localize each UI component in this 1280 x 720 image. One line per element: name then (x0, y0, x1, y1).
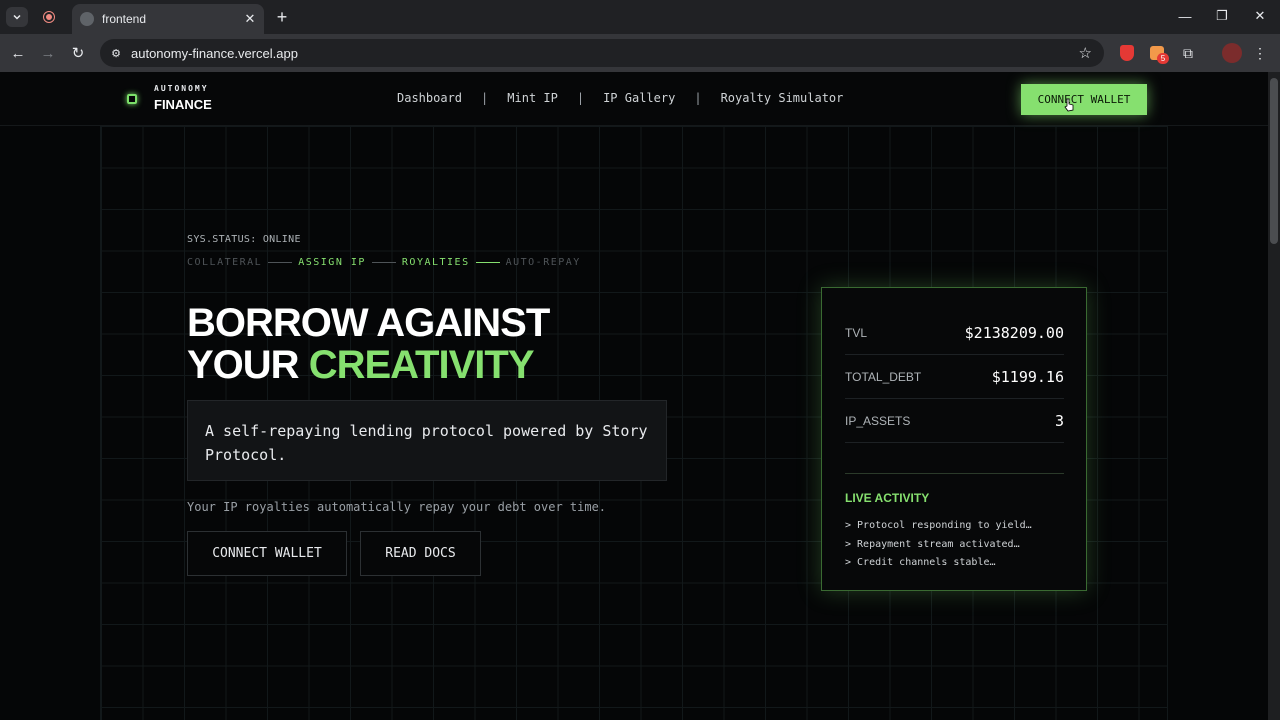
step-assign-ip: ASSIGN IP (298, 257, 366, 268)
back-icon[interactable]: ← (7, 42, 29, 64)
new-tab-button[interactable]: + (272, 7, 292, 27)
restore-icon[interactable]: ❐ (1211, 6, 1233, 26)
stat-label: IP_ASSETS (845, 413, 911, 428)
reload-icon[interactable]: ↻ (67, 42, 89, 64)
stats-divider (845, 473, 1064, 474)
step-connector (475, 262, 500, 263)
stat-value: $1199.16 (991, 367, 1064, 386)
hero-subtext: Your IP royalties automatically repay yo… (187, 500, 607, 514)
profile-avatar[interactable] (1222, 43, 1242, 63)
nav-dashboard[interactable]: Dashboard (397, 91, 462, 105)
system-status: SYS.STATUS: ONLINE (187, 234, 301, 245)
hero-description: A self-repaying lending protocol powered… (187, 400, 667, 481)
headline-plain: YOUR (187, 343, 309, 387)
page-content: AUTONOMY FINANCE Dashboard | Mint IP | I… (0, 72, 1268, 720)
nav-ip-gallery[interactable]: IP Gallery (603, 91, 675, 105)
stat-total-debt: TOTAL_DEBT $1199.16 (845, 355, 1064, 399)
extensions-puzzle-icon[interactable]: ⧉ (1178, 43, 1198, 63)
headline-line-1: BORROW AGAINST (187, 301, 550, 345)
live-activity-list: > Protocol responding to yield… > Repaym… (845, 517, 1032, 573)
connect-wallet-header-button[interactable]: CONNECT WALLET (1021, 84, 1147, 115)
extension-badge: 5 (1157, 53, 1169, 64)
step-royalties: ROYALTIES (401, 257, 470, 268)
scrollbar-thumb[interactable] (1270, 78, 1278, 244)
extension-fox-icon[interactable]: 5 (1147, 43, 1169, 64)
live-activity-title: LIVE ACTIVITY (845, 491, 930, 505)
tab-search-button[interactable] (6, 7, 28, 27)
stat-ip-assets: IP_ASSETS 3 (845, 399, 1064, 443)
hand-cursor-icon (1064, 98, 1074, 112)
site-info-icon[interactable]: ⚙ (108, 45, 124, 61)
minimize-icon[interactable]: — (1174, 6, 1196, 26)
step-connector (371, 262, 396, 263)
step-collateral: COLLATERAL (187, 257, 263, 268)
stat-tvl: TVL $2138209.00 (845, 311, 1064, 355)
nav-separator: | (481, 91, 489, 105)
nav-mint-ip[interactable]: Mint IP (507, 91, 558, 105)
nav-royalty-simulator[interactable]: Royalty Simulator (721, 91, 844, 105)
tab-title: frontend (102, 12, 147, 26)
logo-square-icon (127, 94, 137, 104)
url-text[interactable]: autonomy-finance.vercel.app (131, 46, 1079, 61)
hero-headline: BORROW AGAINST YOUR CREATIVITY (187, 301, 550, 386)
headline-line-2: YOUR CREATIVITY (187, 344, 549, 386)
logo-top-text: AUTONOMY (154, 84, 209, 93)
stats-panel: TVL $2138209.00 TOTAL_DEBT $1199.16 IP_A… (821, 287, 1087, 591)
stat-label: TOTAL_DEBT (845, 369, 922, 384)
close-icon[interactable]: ✕ (242, 11, 258, 27)
logo-bottom-text[interactable]: FINANCE (154, 97, 212, 112)
read-docs-button[interactable]: READ DOCS (360, 531, 481, 576)
forward-icon[interactable]: → (37, 42, 59, 64)
stat-value: 3 (1054, 411, 1064, 430)
bookmark-star-icon[interactable]: ☆ (1079, 44, 1092, 62)
nav-separator: | (694, 91, 702, 105)
headline-accent: CREATIVITY (308, 343, 535, 387)
browser-tab-bar: frontend ✕ + — ❐ ✕ (0, 0, 1280, 34)
process-steps: COLLATERAL ASSIGN IP ROYALTIES AUTO-REPA… (187, 257, 581, 268)
stat-label: TVL (845, 325, 868, 340)
browser-toolbar: ← → ↻ ⚙ autonomy-finance.vercel.app ☆ 5 … (0, 34, 1280, 72)
nav-separator: | (576, 91, 585, 105)
chevron-down-icon (13, 14, 21, 20)
site-header: AUTONOMY FINANCE Dashboard | Mint IP | I… (0, 72, 1268, 126)
step-auto-repay: AUTO-REPAY (505, 257, 581, 268)
connect-wallet-button[interactable]: CONNECT WALLET (187, 531, 347, 576)
browser-tab[interactable]: frontend ✕ (72, 4, 264, 34)
step-connector (268, 262, 293, 263)
list-item: > Repayment stream activated… (845, 538, 1020, 550)
list-item: > Credit channels stable… (845, 557, 996, 568)
globe-icon (80, 12, 94, 26)
window-close-icon[interactable]: ✕ (1249, 6, 1271, 26)
menu-icon[interactable]: ⋮ (1252, 43, 1268, 63)
recording-icon[interactable] (40, 8, 58, 26)
list-item: > Protocol responding to yield… (845, 520, 1032, 531)
main-nav: Dashboard | Mint IP | IP Gallery | Royal… (397, 91, 843, 105)
stat-value: $2138209.00 (964, 323, 1064, 342)
extension-shield-icon[interactable] (1117, 43, 1137, 63)
address-bar[interactable]: ⚙ autonomy-finance.vercel.app ☆ (100, 39, 1104, 67)
